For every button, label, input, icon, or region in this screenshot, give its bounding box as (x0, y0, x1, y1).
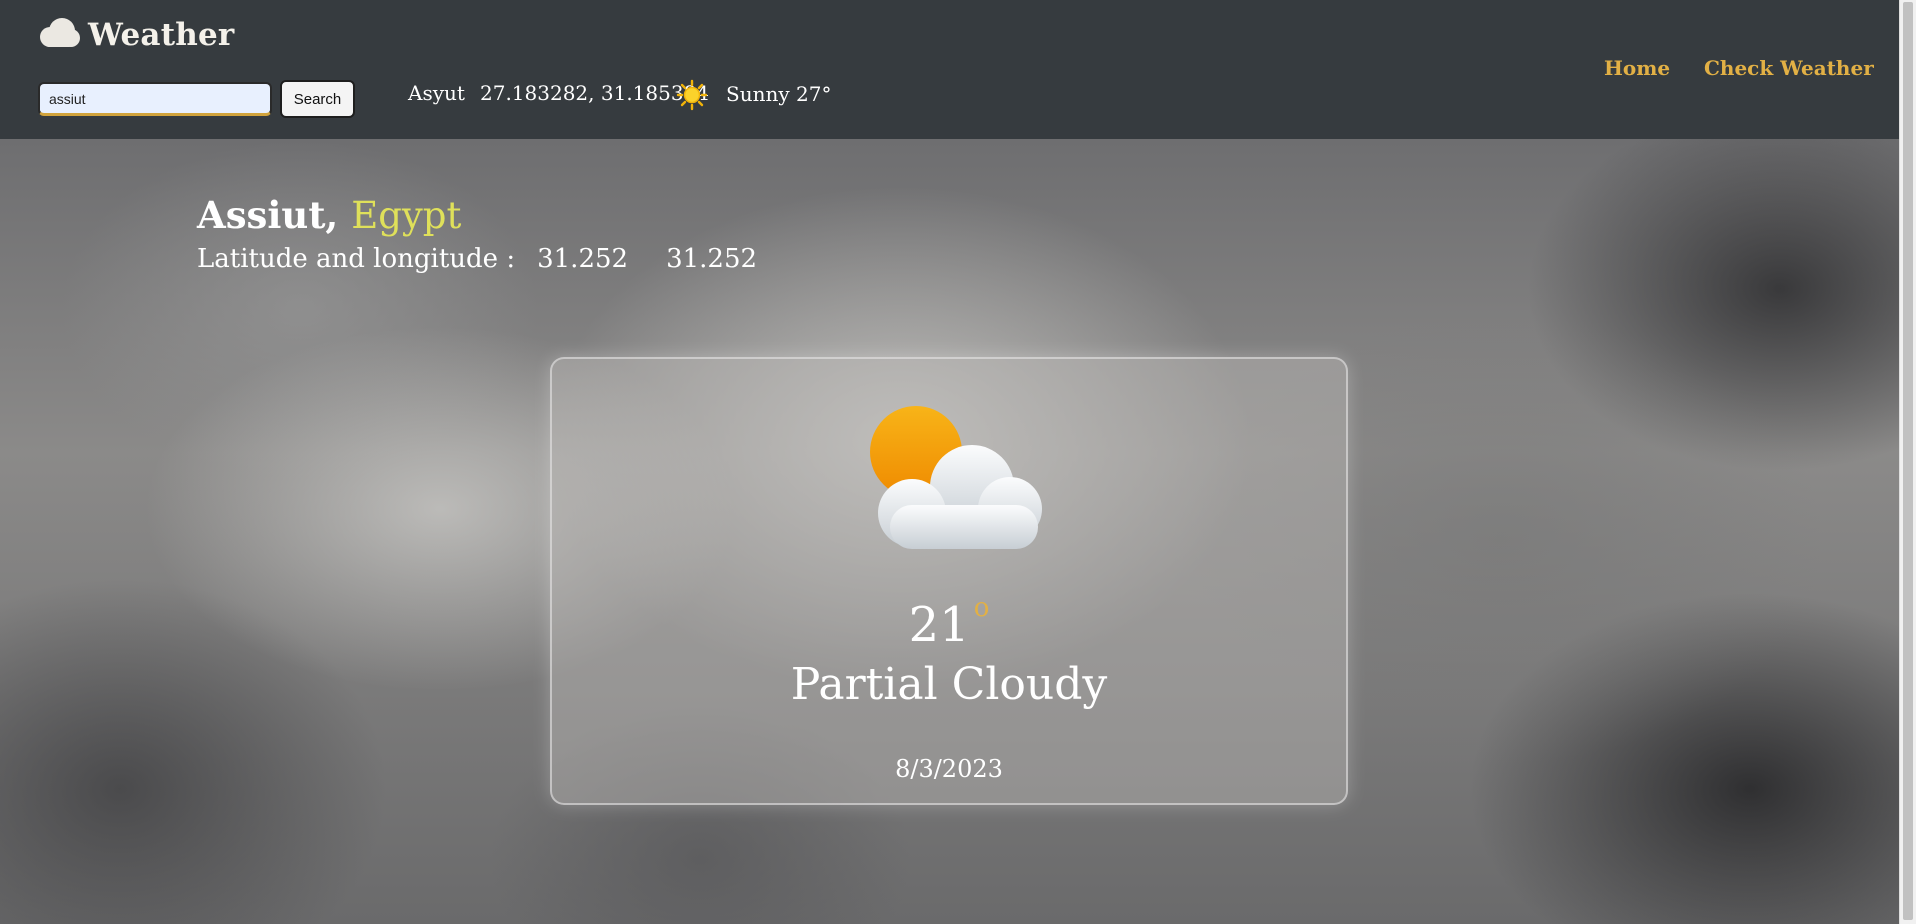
nav-home-link[interactable]: Home (1604, 56, 1670, 80)
degree-symbol: o (973, 593, 990, 623)
weather-condition: Partial Cloudy (790, 659, 1108, 710)
nav-check-weather-link[interactable]: Check Weather (1704, 56, 1874, 80)
temperature-value: 21 (908, 597, 970, 653)
lat-lon-label: Latitude and longitude : (197, 244, 516, 274)
current-location-name: Asyut (408, 81, 465, 105)
weather-card: 21 o Partial Cloudy 8/3/2023 (550, 357, 1348, 805)
cloud-logo-icon (36, 16, 80, 54)
lat-lon-row: Latitude and longitude : 31.252 31.252 (197, 244, 757, 274)
brand[interactable]: Weather (36, 16, 234, 54)
weather-hero: Assiut, Egypt Latitude and longitude : 31… (0, 139, 1900, 924)
brand-name: Weather (88, 17, 235, 53)
location-title: Assiut, Egypt (197, 193, 461, 237)
latitude-value: 31.252 (537, 244, 629, 274)
current-weather-summary: Sunny 27° (726, 82, 832, 106)
search-button[interactable]: Search (280, 80, 355, 118)
country-name: Egypt (351, 194, 462, 237)
temperature: 21 o (552, 593, 1346, 653)
scrollbar-thumb[interactable] (1903, 2, 1913, 920)
sun-icon (676, 79, 708, 115)
page: Weather Search Asyut 27.183282, 31.18538… (0, 0, 1900, 924)
longitude-value: 31.252 (666, 244, 758, 274)
forecast-date: 8/3/2023 (895, 755, 1003, 783)
top-navbar: Weather Search Asyut 27.183282, 31.18538… (0, 0, 1900, 139)
partly-cloudy-icon (870, 405, 1042, 554)
vertical-scrollbar[interactable] (1899, 0, 1916, 924)
search-input[interactable] (38, 82, 272, 116)
search-form: Search (38, 80, 355, 118)
city-name: Assiut, (197, 193, 339, 237)
current-location-coords: 27.183282, 31.185384 (480, 81, 710, 105)
